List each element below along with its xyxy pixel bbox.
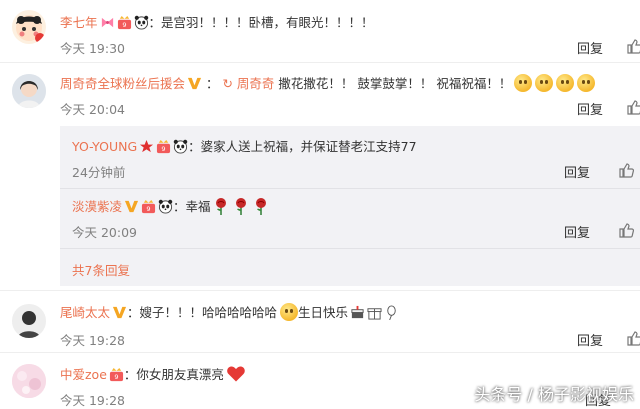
reply-button[interactable]: 回复	[577, 99, 603, 118]
comment-author[interactable]: 尾崎太太	[60, 305, 110, 320]
verified-v-icon	[187, 76, 202, 91]
smile-emoji-icon	[556, 74, 575, 92]
reply-text: ：婆家人送上祝福，并保证替老江支持77	[188, 139, 417, 154]
avatar[interactable]	[12, 10, 46, 44]
panda-icon	[158, 199, 173, 214]
comment-author[interactable]: 李七年	[60, 15, 98, 30]
reply-button[interactable]: 回复	[577, 38, 603, 57]
reply-button[interactable]: 回复	[564, 162, 590, 181]
membership-crown-icon	[109, 367, 124, 382]
membership-crown-icon	[117, 15, 132, 30]
verified-v-icon	[112, 305, 127, 320]
rose-icon	[213, 197, 229, 215]
watermark: 头条号 / 杨子影视娱乐	[474, 385, 634, 404]
reply-time: 今天 20:09	[72, 225, 137, 240]
reply-text: ：幸福	[173, 199, 211, 214]
reply-button[interactable]: 回复	[577, 330, 603, 349]
mention-link[interactable]: ↻ 周奇奇	[222, 76, 274, 91]
panda-icon	[173, 139, 188, 154]
panda-icon	[134, 15, 149, 30]
comment-author[interactable]: 周奇奇全球粉丝后援会	[60, 76, 185, 91]
comment-text: ：是宫羽！！！！卧槽，有眼光！！！！	[148, 15, 374, 30]
comment-time: 今天 19:30	[60, 41, 125, 56]
divider	[60, 188, 640, 189]
comment-time: 今天 19:28	[60, 393, 125, 408]
reply-button[interactable]: 回复	[564, 222, 590, 241]
comment-item: 尾崎太太 ：嫂子！！！哈哈哈哈哈哈 生日快乐 今天 19:28 回复	[0, 290, 640, 349]
comment-text: 生日快乐	[298, 305, 349, 320]
membership-crown-icon	[156, 139, 171, 154]
reply-author[interactable]: YO-YOUNG	[72, 139, 137, 154]
avatar[interactable]	[12, 364, 46, 398]
kiss-emoji-icon	[577, 74, 596, 92]
avatar[interactable]	[12, 74, 46, 108]
like-icon[interactable]	[618, 162, 634, 178]
bow-icon	[100, 15, 115, 30]
smile-emoji-icon	[535, 74, 554, 92]
like-icon[interactable]	[626, 99, 640, 115]
smile-emoji-icon	[514, 74, 533, 92]
avatar[interactable]	[12, 304, 46, 338]
reply-thread: YO-YOUNG ：婆家人送上祝福，并保证替老江支持77 24分钟前 回复 淡漠紫…	[60, 126, 640, 286]
comment-time: 今天 20:04	[60, 102, 125, 117]
star-icon	[139, 139, 154, 154]
gift-icon	[367, 308, 382, 320]
comment-time: 今天 19:28	[60, 333, 125, 348]
divider	[60, 248, 640, 249]
more-replies-link[interactable]: 共7条回复	[72, 260, 130, 279]
comment-text: ：嫂子！！！哈哈哈哈哈哈	[127, 305, 278, 320]
like-icon[interactable]	[626, 330, 640, 346]
like-icon[interactable]	[618, 222, 634, 238]
balloon-icon	[387, 305, 396, 320]
membership-crown-icon	[141, 199, 156, 214]
comment-item: 李七年 ：是宫羽！！！！卧槽，有眼光！！！！ 今天 19:30 回复	[0, 0, 640, 62]
comment-text: ：你女朋友真漂亮	[123, 367, 224, 382]
comment-author[interactable]: 中爱zoe	[60, 367, 107, 382]
reply-author[interactable]: 淡漠紫凌	[72, 199, 122, 214]
laugh-emoji-icon	[280, 303, 299, 321]
comment-text: 撒花撒花！！ 鼓掌鼓掌！！ 祝福祝福！！	[274, 76, 512, 91]
cake-icon	[351, 305, 364, 319]
comment-item: 周奇奇全球粉丝后援会 ： ↻ 周奇奇 撒花撒花！！ 鼓掌鼓掌！！ 祝福祝福！！ …	[0, 62, 640, 288]
like-icon[interactable]	[626, 38, 640, 54]
heart-icon	[226, 364, 246, 384]
rose-icon	[253, 197, 269, 215]
reply-time: 24分钟前	[72, 165, 126, 180]
rose-icon	[233, 197, 249, 215]
verified-v-icon	[124, 199, 139, 214]
